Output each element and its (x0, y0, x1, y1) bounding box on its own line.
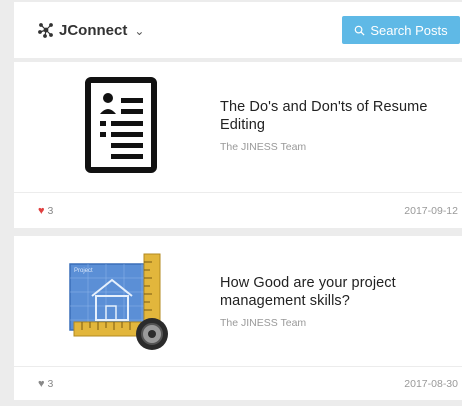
post-title[interactable]: The Do's and Don'ts of Resume Editing (220, 98, 444, 134)
post-author: The JINESS Team (220, 141, 307, 153)
search-posts-label: Search Posts (370, 22, 448, 38)
brand-name: JConnect (59, 21, 128, 39)
resume-document-icon (85, 77, 157, 173)
heart-icon: ♥ (38, 204, 45, 217)
network-logo-icon (38, 23, 53, 38)
like-button[interactable]: ♥ 3 (38, 205, 53, 217)
post-card[interactable]: Project How Good are your project manage… (14, 236, 462, 400)
brand-menu[interactable]: JConnect ⌄ (38, 22, 144, 39)
search-icon (355, 25, 365, 36)
chevron-down-icon: ⌄ (134, 23, 145, 38)
top-bar: JConnect ⌄ Search Posts (14, 2, 462, 58)
like-count: 3 (47, 204, 54, 217)
heart-icon: ♥ (38, 377, 45, 390)
post-date: 2017-08-30 (404, 377, 458, 390)
post-date: 2017-09-12 (404, 204, 458, 217)
like-button[interactable]: ♥ 3 (38, 378, 53, 390)
post-card[interactable]: The Do's and Don'ts of Resume Editing Th… (14, 62, 462, 228)
like-count: 3 (47, 377, 54, 390)
post-footer: ♥ 3 2017-09-12 (14, 193, 462, 228)
search-posts-button[interactable]: Search Posts (342, 16, 460, 44)
svg-text:Project: Project (74, 268, 93, 274)
post-footer: ♥ 3 2017-08-30 (14, 367, 462, 400)
post-author: The JINESS Team (220, 317, 307, 329)
post-title[interactable]: How Good are your project management ski… (220, 274, 444, 310)
app-root: JConnect ⌄ Search Posts The Do's and Don… (0, 0, 462, 406)
post-content: How Good are your project management ski… (220, 274, 444, 329)
post-content: The Do's and Don'ts of Resume Editing Th… (220, 98, 444, 153)
project-blueprint-icon: Project (69, 253, 168, 350)
